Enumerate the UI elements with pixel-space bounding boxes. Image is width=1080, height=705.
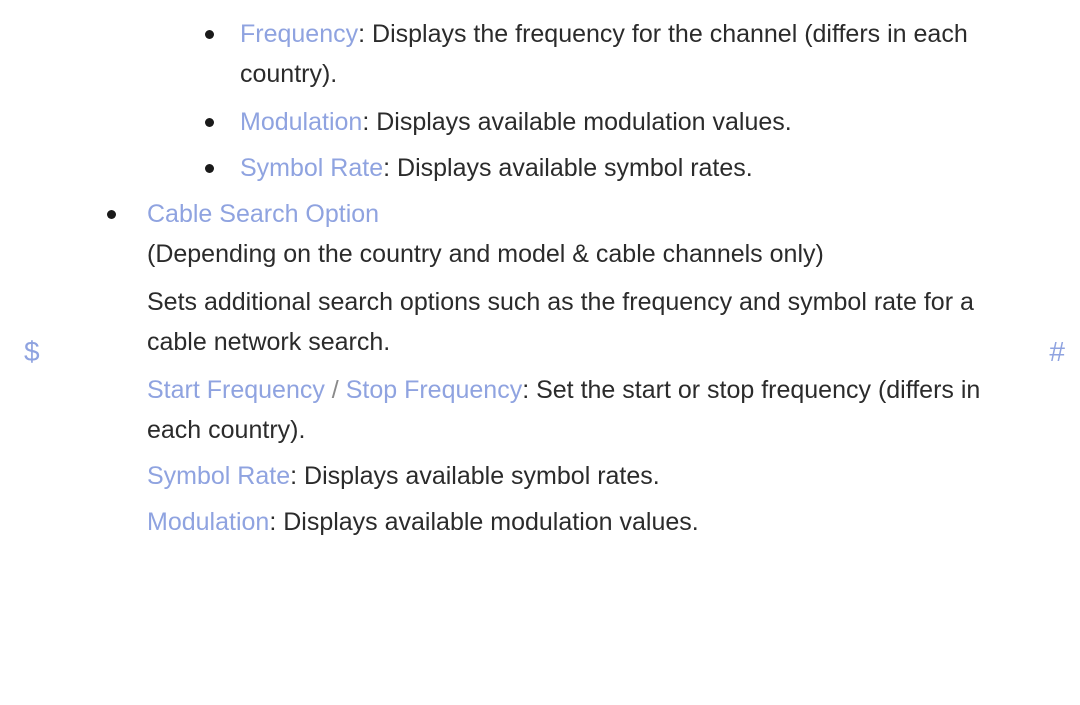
- term-label: Modulation: [240, 108, 363, 136]
- manual-page: $ # Frequency: Displays the frequency fo…: [0, 0, 1080, 705]
- page-title: Cable Search Option: [147, 200, 380, 228]
- list-item: Modulation: Displays available modulatio…: [0, 102, 1080, 142]
- term-description: : Displays available symbol rates.: [383, 154, 753, 182]
- sub-item: Start Frequency / Stop Frequency: Set th…: [0, 370, 1080, 410]
- term-label: Frequency: [240, 20, 359, 48]
- bullet-icon: [205, 164, 214, 173]
- term-label-stop-frequency: Stop Frequency: [345, 376, 523, 404]
- sub-item: Symbol Rate: Displays available symbol r…: [0, 456, 1080, 496]
- section-description-continuation: cable network search.: [147, 328, 391, 356]
- term-separator: /: [324, 376, 346, 404]
- sub-item-continuation: each country).: [147, 416, 306, 444]
- section-heading-row: Cable Search Option: [0, 194, 1080, 234]
- list-item: Symbol Rate: Displays available symbol r…: [0, 148, 1080, 188]
- bullet-icon: [205, 30, 214, 39]
- term-label: Symbol Rate: [240, 154, 384, 182]
- list-item: Frequency: Displays the frequency for th…: [0, 14, 1080, 54]
- term-description: : Displays available symbol rates.: [290, 462, 660, 490]
- term-label: Symbol Rate: [147, 462, 291, 490]
- term-description: : Displays the frequency for the channel…: [358, 20, 968, 48]
- section-note: (Depending on the country and model & ca…: [147, 240, 824, 268]
- section-description: Sets additional search options such as t…: [147, 288, 974, 316]
- term-description: : Set the start or stop frequency (diffe…: [522, 376, 981, 404]
- content-body: Frequency: Displays the frequency for th…: [0, 14, 1080, 542]
- list-item-continuation: country).: [240, 60, 338, 88]
- term-description: : Displays available modulation values.: [269, 508, 699, 536]
- term-label-start-frequency: Start Frequency: [147, 376, 325, 404]
- term-description: : Displays available modulation values.: [362, 108, 792, 136]
- term-label: Modulation: [147, 508, 270, 536]
- bullet-icon: [107, 210, 116, 219]
- sub-item: Modulation: Displays available modulatio…: [0, 502, 1080, 542]
- bullet-icon: [205, 118, 214, 127]
